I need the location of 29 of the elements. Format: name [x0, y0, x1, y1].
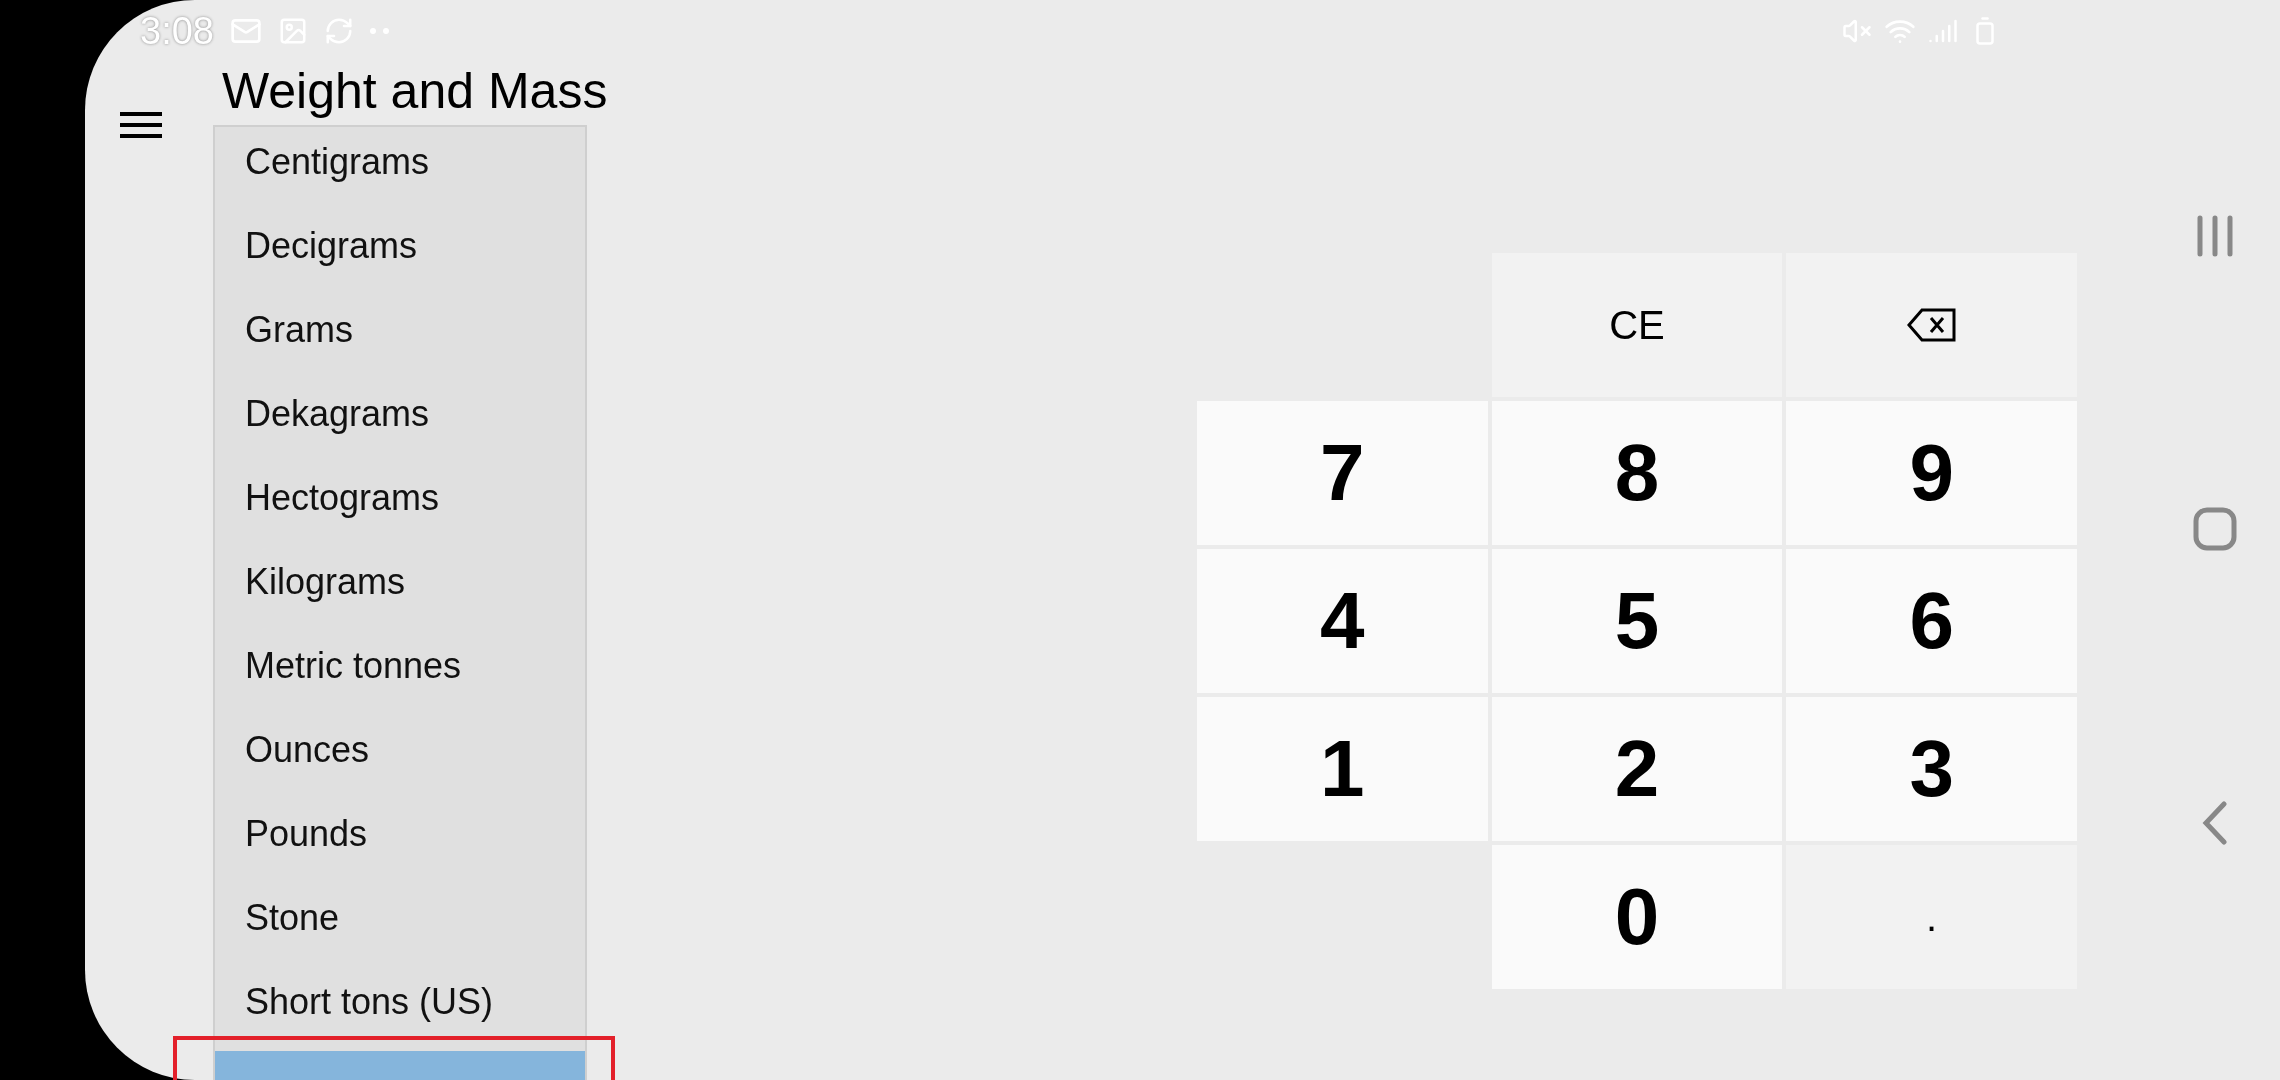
backspace-icon — [1906, 308, 1957, 342]
unit-option[interactable]: Short tons (US) — [215, 967, 585, 1051]
key-button[interactable]: . — [1786, 845, 2077, 989]
digit-key[interactable]: 7 — [1197, 401, 1488, 545]
unit-option[interactable]: Stone — [215, 883, 585, 967]
unit-option[interactable]: Dekagrams — [215, 379, 585, 463]
unit-option[interactable]: Centigrams — [215, 127, 585, 211]
recent-apps-icon[interactable] — [2195, 215, 2235, 257]
key-button[interactable]: CE — [1491, 253, 1783, 397]
unit-option[interactable]: Ounces — [215, 715, 585, 799]
unit-option[interactable]: Grams — [215, 295, 585, 379]
digit-key[interactable]: 8 — [1491, 401, 1783, 545]
unit-option[interactable]: Decigrams — [215, 211, 585, 295]
unit-option[interactable]: Pounds — [215, 799, 585, 883]
digit-key[interactable]: 5 — [1491, 549, 1783, 693]
digit-key[interactable]: 9 — [1786, 401, 2077, 545]
unit-option[interactable]: Hectograms — [215, 463, 585, 547]
digit-key[interactable]: 2 — [1491, 697, 1783, 841]
home-icon[interactable] — [2193, 507, 2237, 551]
digit-key[interactable]: 4 — [1197, 549, 1488, 693]
digit-key[interactable]: 6 — [1786, 549, 2077, 693]
digit-key[interactable]: 0 — [1491, 845, 1783, 989]
menu-icon[interactable] — [120, 110, 162, 140]
digit-key[interactable]: 3 — [1786, 697, 2077, 841]
unit-option[interactable]: Metric tonnes — [215, 631, 585, 715]
screen-title: Weight and Mass — [222, 64, 608, 118]
back-icon[interactable] — [2202, 801, 2228, 845]
unit-option[interactable]: Kilograms — [215, 547, 585, 631]
digit-key[interactable]: 1 — [1197, 697, 1488, 841]
